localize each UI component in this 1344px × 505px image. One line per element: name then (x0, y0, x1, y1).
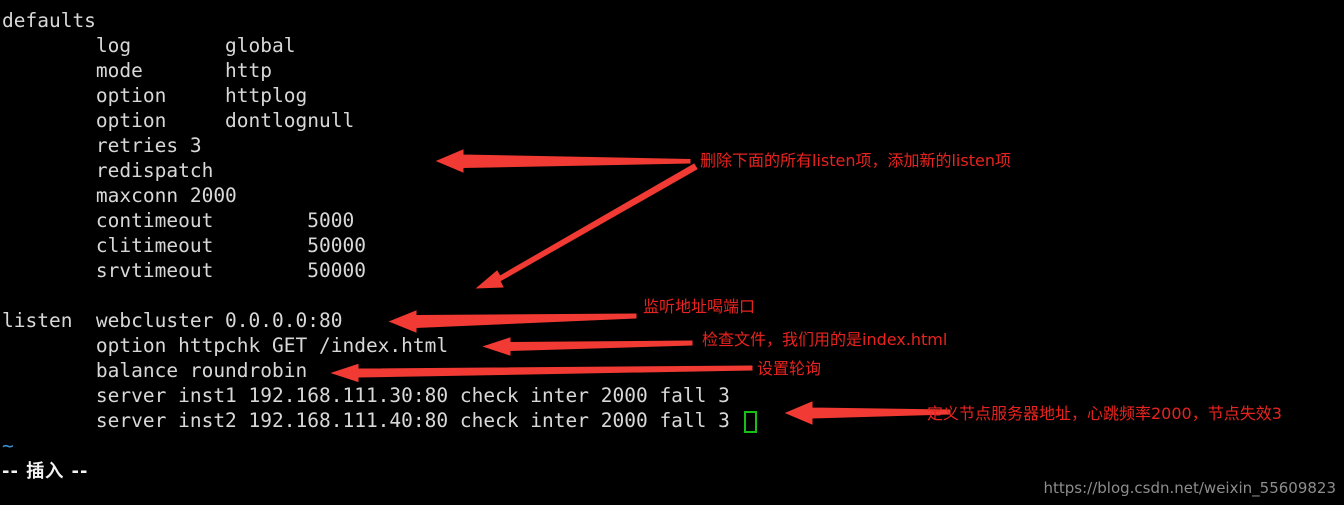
terminal-screenshot: defaults log global mode http option htt… (0, 0, 1344, 505)
annotation-roundrobin: 设置轮询 (757, 359, 822, 378)
annotation-text-layer: 删除下面的所有listen项，添加新的listen项 监听地址喝端口 检查文件，… (0, 0, 1344, 505)
annotation-server-nodes: 定义节点服务器地址，心跳频率2000，节点失效3 (927, 404, 1282, 423)
annotation-delete-listen: 删除下面的所有listen项，添加新的listen项 (700, 151, 1011, 170)
annotation-listen-address: 监听地址喝端口 (643, 297, 756, 316)
annotation-check-file: 检查文件，我们用的是index.html (702, 330, 948, 349)
